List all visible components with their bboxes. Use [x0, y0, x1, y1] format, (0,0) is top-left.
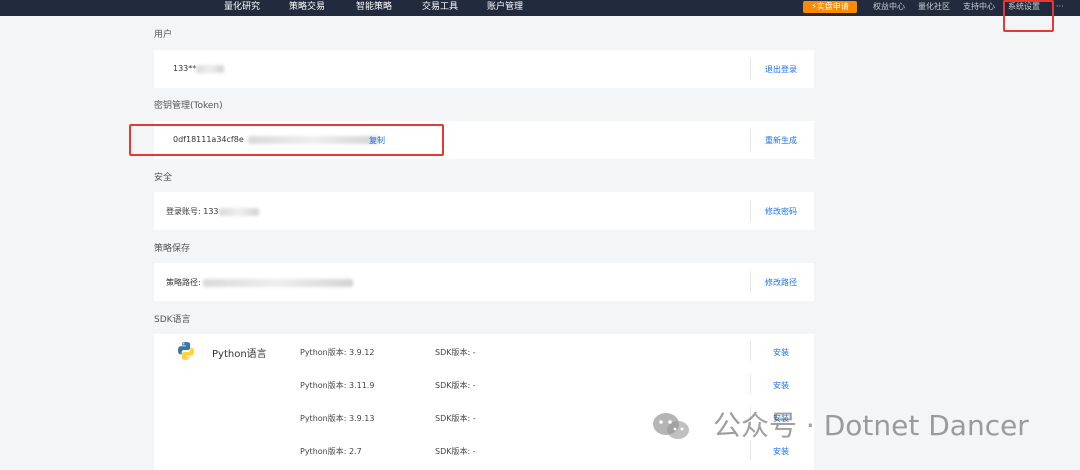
strategy-path-card: 策略路径: 修改路径	[154, 263, 814, 301]
change-path-button[interactable]: 修改路径	[765, 277, 797, 288]
more-menu-icon[interactable]: ···	[1056, 1, 1064, 13]
user-phone: 133**	[173, 64, 225, 73]
nav-item-quant-community[interactable]: 量化社区	[918, 1, 950, 13]
top-nav-bar: 量化研究 策略交易 智能策略 交易工具 账户管理 ⚡实盘申请 权益中心 量化社区…	[0, 0, 1080, 16]
card-divider	[750, 58, 751, 80]
card-divider	[750, 200, 751, 222]
section-title-sdk: SDK语言	[154, 315, 191, 325]
nav-item-account-management[interactable]: 账户管理	[487, 1, 523, 13]
login-account-row: 登录账号: 133	[166, 206, 259, 217]
wechat-icon	[653, 413, 689, 439]
nav-item-strategy-trading[interactable]: 策略交易	[289, 1, 325, 13]
sdk-version: SDK版本: -	[435, 414, 476, 423]
blurred-phone-digits	[196, 64, 225, 73]
nav-item-support-center[interactable]: 支持中心	[963, 1, 995, 13]
watermark-text: 公众号 · Dotnet Dancer	[713, 409, 1029, 442]
strategy-path-label: 策略路径:	[166, 278, 201, 287]
section-title-security: 安全	[154, 173, 173, 183]
highlight-box-system-settings	[1003, 0, 1054, 32]
highlight-box-token	[129, 124, 444, 156]
live-trading-apply-label: 实盘申请	[816, 2, 849, 11]
card-divider	[750, 129, 751, 151]
login-account-label: 登录账号:	[166, 207, 201, 216]
sdk-version: SDK版本: -	[435, 447, 476, 456]
card-divider	[750, 271, 751, 293]
login-account-value: 133	[203, 207, 219, 216]
python-version: Python版本: 3.9.13	[300, 414, 375, 423]
python-version: Python版本: 2.7	[300, 447, 362, 456]
live-trading-apply-button[interactable]: ⚡实盘申请	[803, 1, 857, 13]
user-phone-value: 133**	[173, 64, 197, 73]
security-card: 登录账号: 133 修改密码	[154, 192, 814, 230]
install-button[interactable]: 安装	[773, 380, 789, 391]
logout-button[interactable]: 退出登录	[765, 64, 797, 75]
section-title-user: 用户	[154, 30, 173, 40]
section-title-token: 密钥管理(Token)	[154, 101, 223, 111]
nav-item-equity-center[interactable]: 权益中心	[873, 1, 905, 13]
card-divider	[750, 341, 751, 361]
blurred-strategy-path	[203, 278, 354, 287]
install-button[interactable]: 安装	[773, 347, 789, 358]
python-version: Python版本: 3.11.9	[300, 381, 375, 390]
python-version: Python版本: 3.9.12	[300, 348, 375, 357]
sdk-version: SDK版本: -	[435, 381, 476, 390]
sdk-row: Python版本: 3.11.9 SDK版本: - 安装	[154, 374, 814, 394]
strategy-path-row: 策略路径:	[166, 277, 354, 288]
sdk-version: SDK版本: -	[435, 348, 476, 357]
sdk-card: Python语言 Python版本: 3.9.12 SDK版本: - 安装 Py…	[154, 334, 814, 470]
nav-item-trading-tools[interactable]: 交易工具	[422, 1, 458, 13]
install-button[interactable]: 安装	[773, 446, 789, 457]
section-title-strategy-save: 策略保存	[154, 244, 191, 254]
nav-item-smart-strategy[interactable]: 智能策略	[356, 1, 392, 13]
card-divider	[750, 374, 751, 394]
blurred-account-digits	[218, 207, 259, 216]
regenerate-token-button[interactable]: 重新生成	[765, 135, 797, 146]
user-card: 133** 退出登录	[154, 50, 814, 88]
sdk-row: Python版本: 3.9.12 SDK版本: - 安装	[154, 341, 814, 361]
change-password-button[interactable]: 修改密码	[765, 206, 797, 217]
nav-item-quant-research[interactable]: 量化研究	[224, 1, 260, 13]
